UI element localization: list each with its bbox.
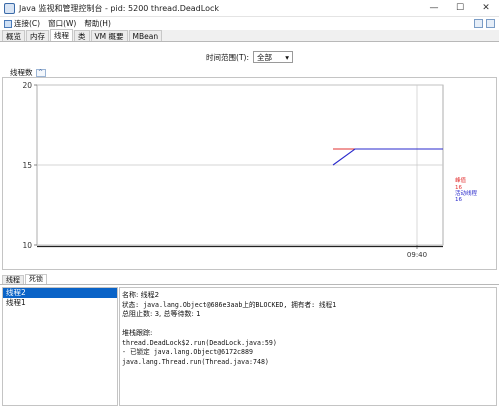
title-bar: Java 监视和管理控制台 - pid: 5200 thread.DeadLoc… xyxy=(0,0,499,17)
stack-frame: java.lang.Thread.run(Thread.java:748) xyxy=(122,357,269,366)
stack-trace-title: 堆栈跟踪: xyxy=(122,329,153,337)
x-tick-label: 09:40 xyxy=(407,251,427,259)
thread-list-item[interactable]: 线程1 xyxy=(3,298,117,308)
collapse-chart-button[interactable]: ^ xyxy=(35,68,46,77)
menu-window[interactable]: 窗口(W) xyxy=(44,18,80,29)
menu-help[interactable]: 帮助(H) xyxy=(80,18,115,29)
restore-frame-icon[interactable] xyxy=(474,19,483,28)
tab-overview[interactable]: 概览 xyxy=(2,30,25,41)
tab-thread-list[interactable]: 线程 xyxy=(2,275,24,284)
main-tabs: 概览 内存 线程 类 VM 概要 MBean xyxy=(0,29,499,42)
stack-frame: thread.DeadLock$2.run(DeadLock.java:59) xyxy=(122,338,277,347)
lower-tabs: 线程 死锁 xyxy=(0,274,499,285)
internal-frame-controls xyxy=(474,19,495,28)
tab-deadlock[interactable]: 死锁 xyxy=(25,274,47,284)
maximize-button[interactable]: ☐ xyxy=(447,0,473,17)
time-range-value: 全部 xyxy=(256,52,272,62)
connect-icon xyxy=(4,19,12,28)
thread-count-chart: 10 15 20 09:40 峰值 16 活动线程 16 xyxy=(2,77,497,270)
tab-threads[interactable]: 线程 xyxy=(50,29,73,41)
tab-vm-summary[interactable]: VM 概要 xyxy=(90,30,128,41)
legend-entry: 活动线程 xyxy=(455,189,478,197)
legend-entry: 峰值 xyxy=(455,176,467,184)
menu-connection[interactable]: 连接(C) xyxy=(0,18,44,29)
menu-connection-label: 连接(C) xyxy=(14,19,41,28)
chevron-down-icon: ▾ xyxy=(285,52,289,62)
thread-state: 状态: java.lang.Object@686e3aab上的BLOCKED, … xyxy=(122,300,337,309)
y-tick-label: 20 xyxy=(22,81,32,90)
thread-detail: 名称: 线程2 状态: java.lang.Object@686e3aab上的B… xyxy=(119,287,497,406)
thread-totals: 总阻止数: 3, 总等待数: 1 xyxy=(122,310,201,318)
thread-count-chart-svg: 10152009:40峰值16活动线程16 xyxy=(22,81,478,259)
close-button[interactable]: ✕ xyxy=(473,0,499,17)
time-range-label: 时间范围(T): xyxy=(206,52,249,62)
y-tick-label: 10 xyxy=(22,241,32,250)
y-tick-label: 15 xyxy=(22,161,32,170)
tab-mbean[interactable]: MBean xyxy=(128,30,163,41)
window-title: Java 监视和管理控制台 - pid: 5200 thread.DeadLoc… xyxy=(19,3,220,13)
menu-bar: 连接(C) 窗口(W) 帮助(H) xyxy=(0,17,499,30)
java-app-icon xyxy=(4,2,15,14)
minimize-button[interactable]: — xyxy=(421,0,447,17)
time-range-select[interactable]: 全部 ▾ xyxy=(252,51,293,63)
stack-frame: - 已锁定 java.lang.Object@6172c889 xyxy=(122,348,253,356)
threads-panel: 时间范围(T): 全部 ▾ 线程数 ^ 10 15 20 09:40 峰值 16 活动线程 1… xyxy=(0,42,499,406)
maximize-frame-icon[interactable] xyxy=(486,19,495,28)
time-range-row: 时间范围(T): 全部 ▾ xyxy=(0,51,499,63)
thread-list: 线程2 线程1 xyxy=(2,287,118,406)
tab-memory[interactable]: 内存 xyxy=(26,30,49,41)
tab-classes[interactable]: 类 xyxy=(74,30,90,41)
thread-list-item[interactable]: 线程2 xyxy=(3,288,117,298)
thread-name: 名称: 线程2 xyxy=(122,291,160,299)
legend-entry: 16 xyxy=(455,197,462,203)
